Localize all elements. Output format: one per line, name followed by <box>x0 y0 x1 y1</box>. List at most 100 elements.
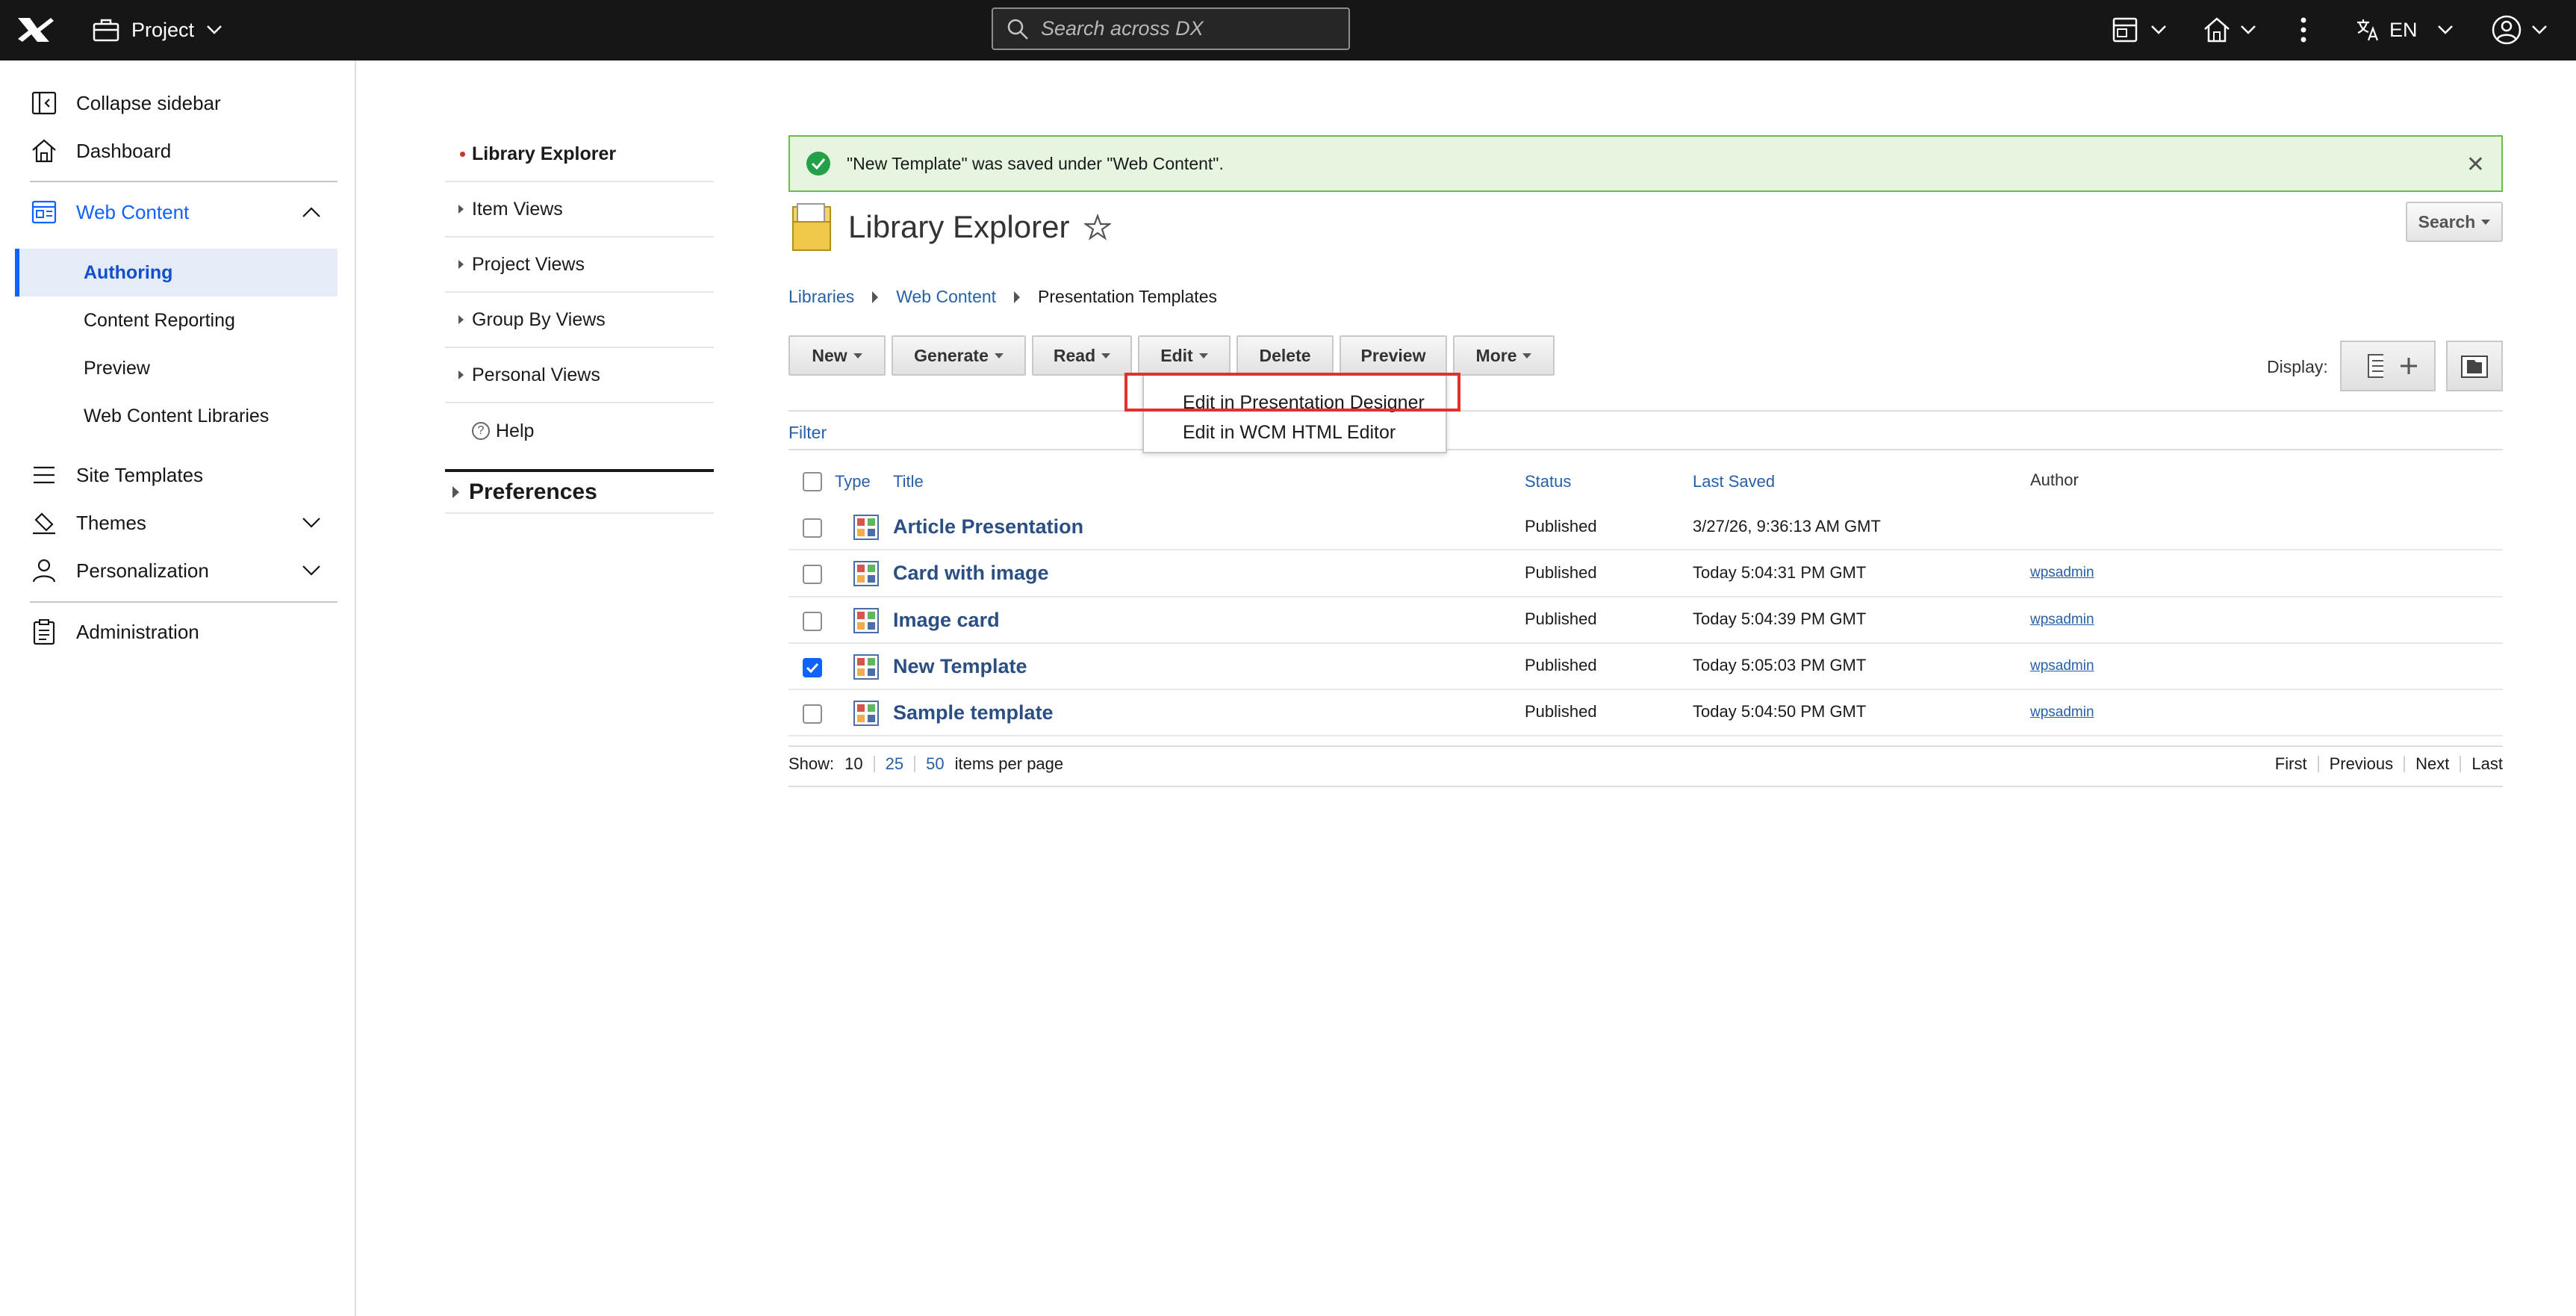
row-checkbox[interactable] <box>803 658 822 677</box>
sidebar-item-preview[interactable]: Preview <box>15 344 337 392</box>
row-last-saved: Today 5:04:50 PM GMT <box>1693 702 1867 721</box>
row-title-link[interactable]: Article Presentation <box>893 515 1083 538</box>
sidebar-divider <box>30 601 337 603</box>
menu-item-edit-in-wcm-html-editor[interactable]: Edit in WCM HTML Editor <box>1183 422 1396 444</box>
success-check-icon <box>806 152 830 176</box>
separator <box>2460 756 2462 772</box>
row-checkbox[interactable] <box>803 612 822 631</box>
sidebar-item-authoring[interactable]: Authoring <box>15 249 337 297</box>
nav-project-views[interactable]: Project Views <box>445 238 714 293</box>
sidebar-item-web-content[interactable]: Web Content <box>30 193 337 231</box>
expand-arrow-icon <box>458 315 464 324</box>
search-button[interactable]: Search <box>2406 202 2503 242</box>
top-bar: Project EN <box>0 0 2576 60</box>
breadcrumb-arrow-icon <box>1014 291 1021 303</box>
edit-button[interactable]: Edit <box>1138 335 1231 376</box>
filter-link[interactable]: Filter <box>788 423 827 443</box>
overflow-menu[interactable] <box>2300 13 2307 46</box>
more-button[interactable]: More <box>1453 335 1555 376</box>
user-menu[interactable] <box>2491 13 2548 46</box>
nav-label: Preferences <box>469 479 597 504</box>
row-title-link[interactable]: New Template <box>893 655 1027 678</box>
new-button[interactable]: New <box>788 335 886 376</box>
next-page-link[interactable]: Next <box>2415 754 2449 774</box>
caret-down-icon <box>853 353 862 359</box>
sidebar-item-label: Themes <box>76 511 146 534</box>
button-label: Edit <box>1160 345 1193 365</box>
sidebar-item-personalization[interactable]: Personalization <box>30 552 337 589</box>
nav-library-explorer[interactable]: Library Explorer <box>445 127 714 182</box>
row-title-link[interactable]: Card with image <box>893 562 1049 585</box>
global-search[interactable] <box>992 7 1350 50</box>
favorite-star-icon[interactable] <box>1084 214 1112 240</box>
nav-label: Personal Views <box>472 364 600 385</box>
collapse-sidebar-label: Collapse sidebar <box>76 91 221 114</box>
caret-down-icon <box>1101 353 1111 359</box>
row-title-link[interactable]: Image card <box>893 609 1000 632</box>
chevron-down-icon[interactable] <box>302 565 321 577</box>
page-size-50[interactable]: 50 <box>926 754 944 774</box>
collapse-sidebar-button[interactable]: Collapse sidebar <box>30 84 221 122</box>
row-status: Published <box>1525 702 1597 721</box>
sidebar-item-themes[interactable]: Themes <box>30 504 337 541</box>
user-icon <box>30 556 58 585</box>
sidebar-item-dashboard[interactable]: Dashboard <box>30 132 171 170</box>
dx-logo-icon[interactable] <box>15 15 55 45</box>
column-header-type[interactable]: Type <box>835 472 871 491</box>
row-checkbox[interactable] <box>803 518 822 538</box>
delete-button[interactable]: Delete <box>1236 335 1334 376</box>
column-header-last-saved[interactable]: Last Saved <box>1693 472 1775 491</box>
row-checkbox[interactable] <box>803 565 822 584</box>
sidebar-item-web-content-libraries[interactable]: Web Content Libraries <box>15 392 337 440</box>
row-checkbox[interactable] <box>803 704 822 724</box>
nav-label: Project Views <box>472 253 585 275</box>
page-size-25[interactable]: 25 <box>886 754 903 774</box>
row-author-link[interactable]: wpsadmin <box>2030 565 2094 581</box>
search-icon <box>1007 19 1028 40</box>
column-header-title[interactable]: Title <box>893 472 924 491</box>
menu-item-edit-in-presentation-designer[interactable]: Edit in Presentation Designer <box>1183 392 1425 414</box>
row-author-link[interactable]: wpsadmin <box>2030 612 2094 628</box>
nav-label: Help <box>496 420 535 441</box>
select-all-checkbox[interactable] <box>803 472 822 491</box>
caret-down-icon <box>1198 353 1208 359</box>
sites-icon <box>2112 17 2138 43</box>
row-status: Published <box>1525 563 1597 582</box>
folder-view-button[interactable] <box>2446 341 2503 391</box>
breadcrumb-web-content[interactable]: Web Content <box>896 287 996 307</box>
sites-menu[interactable] <box>2112 13 2167 46</box>
nav-personal-views[interactable]: Personal Views <box>445 348 714 403</box>
page-title: Library Explorer <box>848 209 1070 244</box>
presentation-template-icon <box>853 561 879 586</box>
breadcrumb-libraries[interactable]: Libraries <box>788 287 854 307</box>
row-author-link[interactable]: wpsadmin <box>2030 704 2094 721</box>
expand-view-button[interactable] <box>2383 341 2436 391</box>
nav-group-by-views[interactable]: Group By Views <box>445 293 714 348</box>
table-row <box>788 598 2503 644</box>
language-switcher[interactable]: EN <box>2355 13 2454 46</box>
home-menu[interactable] <box>2203 13 2256 46</box>
search-input[interactable] <box>1041 17 1325 40</box>
preview-button[interactable]: Preview <box>1340 335 1447 376</box>
sidebar-item-administration[interactable]: Administration <box>30 613 199 651</box>
sidebar-item-site-templates[interactable]: Site Templates <box>30 456 203 494</box>
nav-preferences[interactable]: Preferences <box>445 469 714 514</box>
row-title-link[interactable]: Sample template <box>893 701 1054 724</box>
row-last-saved: Today 5:05:03 PM GMT <box>1693 656 1867 674</box>
project-switcher[interactable]: Project <box>93 13 223 46</box>
generate-button[interactable]: Generate <box>892 335 1026 376</box>
column-header-status[interactable]: Status <box>1525 472 1571 491</box>
row-author-link[interactable]: wpsadmin <box>2030 658 2094 674</box>
last-page-link[interactable]: Last <box>2471 754 2503 774</box>
chevron-down-icon[interactable] <box>302 517 321 529</box>
close-icon[interactable]: ✕ <box>2466 152 2485 178</box>
expand-arrow-icon <box>458 205 464 214</box>
sidebar-item-content-reporting[interactable]: Content Reporting <box>15 297 337 344</box>
first-page-link[interactable]: First <box>2275 754 2307 774</box>
nav-help[interactable]: ? Help <box>445 403 714 459</box>
chevron-up-icon[interactable] <box>302 206 321 218</box>
read-button[interactable]: Read <box>1032 335 1132 376</box>
nav-item-views[interactable]: Item Views <box>445 182 714 238</box>
chevron-down-icon <box>2437 25 2453 34</box>
previous-page-link[interactable]: Previous <box>2330 754 2394 774</box>
